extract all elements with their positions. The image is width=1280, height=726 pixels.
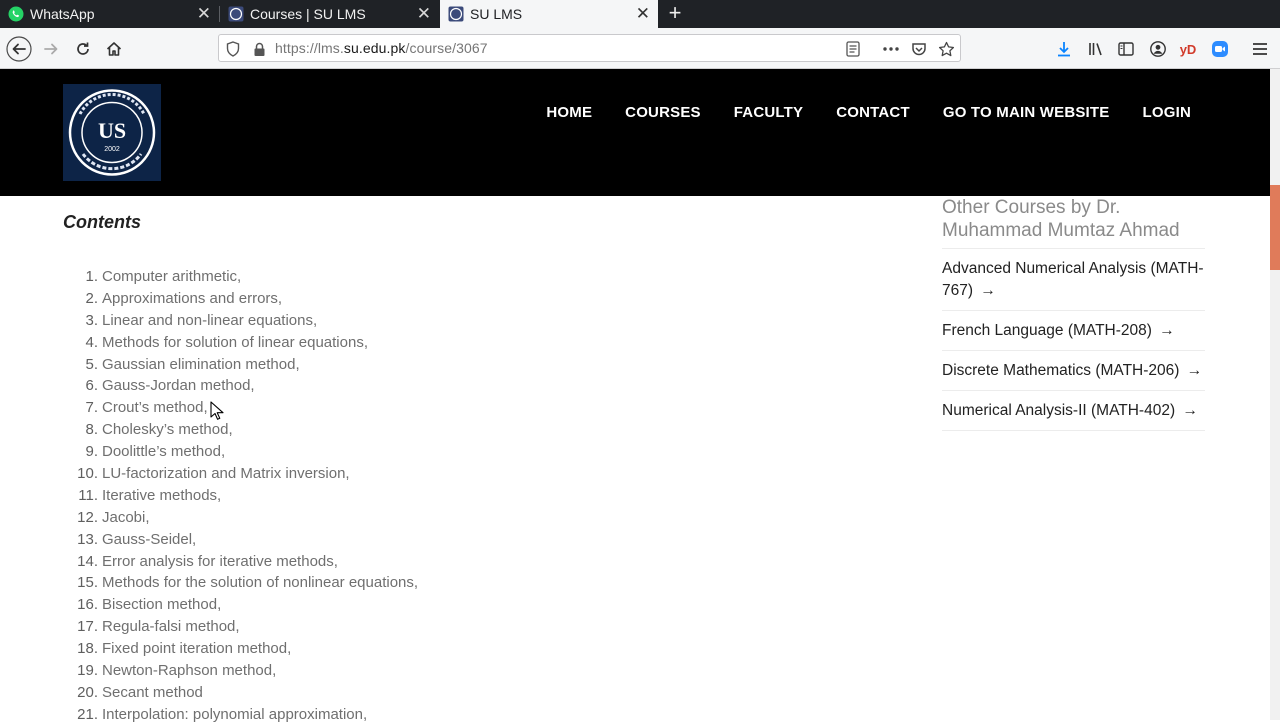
arrow-right-icon: → (980, 282, 996, 299)
close-tab-icon[interactable]: ✕ (417, 4, 431, 24)
other-courses-title: Other Courses by Dr. Muhammad Mumtaz Ahm… (942, 196, 1205, 249)
logo-initials: US (98, 118, 126, 143)
list-item: 3. Linear and non-linear equations, (85, 311, 318, 329)
list-item: 6. Gauss-Jordan method, (85, 377, 255, 395)
tab-title: SU LMS (470, 6, 523, 22)
sidebar-icon[interactable] (1113, 36, 1139, 62)
list-item: 4. Methods for solution of linear equatio… (85, 333, 368, 351)
list-item: 5. Gaussian elimination method, (85, 355, 300, 373)
menu-icon[interactable] (1247, 36, 1273, 62)
whatsapp-icon (8, 6, 24, 22)
arrow-right-icon: → (1186, 362, 1203, 379)
list-item: 13. Gauss-Seidel, (77, 530, 197, 548)
course-link-math-402[interactable]: Numerical Analysis-II (MATH-402) → (942, 391, 1205, 431)
logo-year: 2002 (104, 146, 120, 153)
home-icon[interactable] (101, 36, 127, 62)
nav-home[interactable]: HOME (546, 104, 592, 121)
list-item: 2. Approximations and errors, (85, 289, 283, 307)
mouse-cursor-icon (210, 401, 224, 426)
list-item: 19. Newton-Raphson method, (77, 662, 277, 680)
pocket-icon[interactable] (910, 40, 928, 58)
course-link-math-206[interactable]: Discrete Mathematics (MATH-206) → (942, 351, 1205, 391)
list-item: 10. LU-factorization and Matrix inversion… (77, 465, 350, 483)
nav-login[interactable]: LOGIN (1143, 104, 1192, 121)
list-item: 21. Interpolation: polynomial approximati… (77, 705, 368, 723)
nav-faculty[interactable]: FACULTY (734, 104, 803, 121)
list-item: 7. Crout’s method, (85, 399, 208, 417)
list-item: 16. Bisection method, (77, 596, 222, 614)
list-item: 9. Doolittle’s method, (85, 443, 226, 461)
downloads-icon[interactable] (1051, 36, 1077, 62)
reader-view-icon[interactable] (844, 40, 862, 58)
list-item: 12. Jacobi, (77, 508, 150, 526)
zoom-extension-icon[interactable] (1207, 36, 1233, 62)
tab-courses-su-lms[interactable]: Courses | SU LMS ✕ (220, 0, 439, 28)
tab-title: Courses | SU LMS (250, 6, 366, 22)
lock-icon[interactable] (250, 40, 268, 58)
university-logo[interactable]: US 2002 (63, 84, 161, 181)
browser-tab-bar: WhatsApp ✕ Courses | SU LMS ✕ SU LMS ✕ + (0, 0, 1280, 28)
forward-icon[interactable] (38, 36, 64, 62)
su-favicon-icon (448, 6, 464, 22)
new-tab-icon[interactable]: + (664, 2, 686, 24)
close-tab-icon[interactable]: ✕ (636, 4, 650, 24)
shield-icon[interactable] (224, 40, 242, 58)
yd-extension-icon[interactable]: yD (1175, 36, 1201, 62)
arrow-right-icon: → (1182, 402, 1198, 419)
list-item: 17. Regula-falsi method, (77, 618, 240, 636)
course-link-math-767[interactable]: Advanced Numerical Analysis (MATH-767) → (942, 249, 1205, 311)
list-item: 20. Secant method (77, 683, 203, 701)
nav-main-website[interactable]: GO TO MAIN WEBSITE (943, 104, 1110, 121)
reload-icon[interactable] (70, 36, 96, 62)
url-text[interactable]: https://lms.su.edu.pk/course/3067 (275, 40, 488, 56)
other-courses-sidebar: Other Courses by Dr. Muhammad Mumtaz Ahm… (942, 196, 1205, 431)
nav-contact[interactable]: CONTACT (836, 104, 910, 121)
su-favicon-icon (228, 6, 244, 22)
site-header: US 2002 HOME COURSES FACULTY CONTACT GO … (0, 69, 1270, 196)
tab-su-lms[interactable]: SU LMS ✕ (440, 0, 658, 28)
list-item: 11. Iterative methods, (78, 486, 222, 504)
list-item: 15. Methods for the solution of nonlinear… (77, 574, 419, 592)
more-actions-icon[interactable] (882, 40, 900, 58)
course-link-math-208[interactable]: French Language (MATH-208) → (942, 311, 1205, 351)
browser-toolbar: https://lms.su.edu.pk/course/3067 yD (0, 28, 1280, 69)
back-button[interactable] (6, 36, 32, 62)
nav-courses[interactable]: COURSES (625, 104, 701, 121)
library-icon[interactable] (1083, 36, 1109, 62)
main-navigation: HOME COURSES FACULTY CONTACT GO TO MAIN … (513, 104, 1191, 121)
list-item: 18. Fixed point iteration method, (77, 640, 292, 658)
tab-whatsapp[interactable]: WhatsApp ✕ (0, 0, 219, 28)
list-item: 8. Cholesky’s method, (85, 421, 233, 439)
scrollbar-thumb[interactable] (1270, 185, 1280, 270)
close-tab-icon[interactable]: ✕ (197, 4, 211, 24)
account-icon[interactable] (1145, 36, 1171, 62)
arrow-right-icon: → (1159, 322, 1175, 339)
contents-list: 1. Computer arithmetic, 2. Approximations a… (70, 266, 418, 726)
tab-title: WhatsApp (30, 6, 95, 22)
page-scrollbar[interactable] (1270, 69, 1280, 720)
bookmark-star-icon[interactable] (937, 40, 955, 58)
list-item: 1. Computer arithmetic, (85, 268, 242, 285)
list-item: 14. Error analysis for iterative methods, (77, 552, 338, 570)
address-bar[interactable]: https://lms.su.edu.pk/course/3067 (218, 34, 961, 62)
contents-heading: Contents (63, 212, 141, 232)
